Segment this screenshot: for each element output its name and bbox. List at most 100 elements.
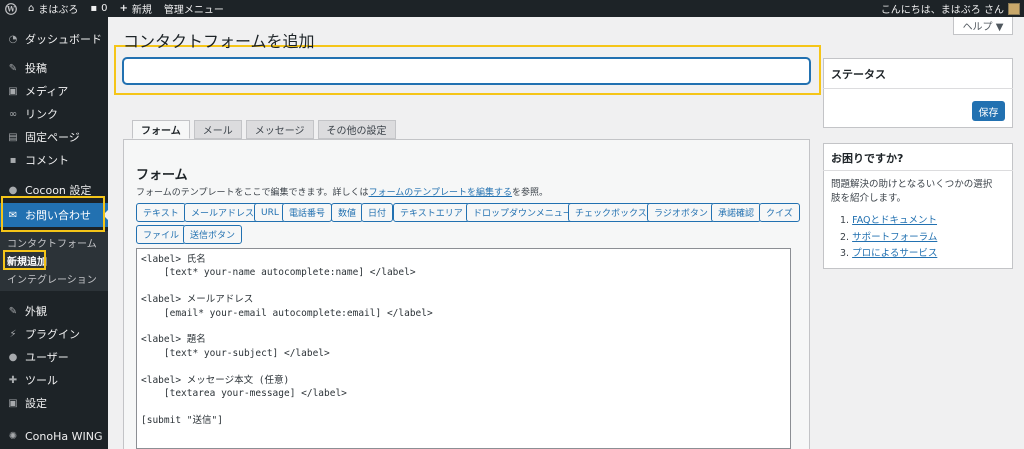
code-line: [text* your-subject] </label> [141,347,330,359]
comments-link[interactable]: ▪ 0 [84,0,113,17]
admin-bar: W ⌂ まはぶろ ▪ 0 + 新規 管理メニュー こんにちは、まはぶろ さん [0,0,1024,17]
code-line: [email* your-email autocomplete:email] <… [141,307,433,319]
help-tab-button[interactable]: ヘルプ ▼ [953,17,1013,35]
submenu-integration[interactable]: インテグレーション [7,271,97,286]
sidebar-item-label: ツール [25,374,58,387]
sidebar-item-label: 固定ページ [25,131,80,144]
pin-icon: ✎ [8,62,18,74]
sidebar-item-contact[interactable]: ✉ お問い合わせ [0,203,108,227]
code-line: <label> 氏名 [141,254,206,265]
sidebar-item-links[interactable]: ∞ リンク [0,104,108,124]
greeting: こんにちは、まはぶろ さん [880,5,1004,16]
tab-mail[interactable]: メール [193,120,242,139]
sidebar-item-label: コメント [25,154,69,167]
user-icon: ● [8,351,18,363]
code-line: <label> メッセージ本文 (任意) [141,374,290,386]
tag-button-tel[interactable]: 電話番号 [282,203,333,222]
site-name: まはぶろ [38,5,79,16]
sidebar-item-pages[interactable]: ▤ 固定ページ [0,127,108,147]
code-line: ​ [141,320,786,333]
help-box-title: お困りですか? [831,152,904,165]
plugin-icon: ⚡ [9,328,17,340]
media-icon: ▣ [8,85,18,97]
code-line: ​ [141,400,786,413]
sidebar-item-appearance[interactable]: ✎ 外観 [0,301,108,321]
sidebar-item-label: お問い合わせ [25,209,91,222]
form-title-input[interactable] [123,58,810,84]
comment-bubble-icon: ▪ [90,3,98,14]
help-link-forum: 2. サポートフォーラム [840,229,937,243]
tab-messages[interactable]: メッセージ [245,120,314,139]
tab-form[interactable]: フォーム [132,120,190,139]
conoha-icon: ✺ [8,430,18,442]
tool-icon: ✚ [8,374,18,386]
pro-services-link[interactable]: プロによるサービス [852,248,937,259]
admin-sidebar: ◔ ダッシュボード ✎ 投稿 ▣ メディア ∞ リンク ▤ 固定ページ ▪ コメ… [0,17,108,449]
page-icon: ▤ [8,131,18,143]
tag-button-checkbox[interactable]: チェックボックス [568,203,654,222]
sidebar-item-label: ConoHa WING [25,429,103,443]
settings-icon: ▣ [8,397,18,409]
save-button[interactable]: 保存 [972,101,1005,121]
sidebar-item-settings[interactable]: ▣ 設定 [0,393,108,413]
form-description: フォームのテンプレートをここで編集できます。詳しくはフォームのテンプレートを編集… [136,185,548,198]
support-forum-link[interactable]: サポートフォーラム [852,232,937,243]
tag-button-acceptance[interactable]: 承諾確認 [711,203,762,222]
admin-menu-link[interactable]: 管理メニュー [158,0,230,17]
tag-button-email[interactable]: メールアドレス [184,203,262,222]
code-line: [submit "送信"] [141,414,223,426]
link-icon: ∞ [8,108,18,120]
home-icon: ⌂ [28,3,35,14]
help-box-text: 問題解決の助けとなるいくつかの選択肢を紹介します。 [831,179,993,204]
my-account-link[interactable]: こんにちは、まはぶろ さん [875,0,1024,17]
status-box-title: ステータス [831,68,886,81]
sidebar-item-posts[interactable]: ✎ 投稿 [0,58,108,78]
avatar [1008,2,1020,15]
faq-docs-link[interactable]: FAQとドキュメント [852,215,937,226]
contact-submenu: コンタクトフォーム 新規追加 インテグレーション [0,231,108,291]
tag-button-submit[interactable]: 送信ボタン [183,225,243,244]
form-tabs: フォーム メール メッセージ その他の設定 [132,120,400,139]
sidebar-item-tools[interactable]: ✚ ツール [0,370,108,390]
tag-button-date[interactable]: 日付 [361,203,394,222]
help-link-faq: 1. FAQとドキュメント [840,212,937,226]
sidebar-item-label: Cocoon 設定 [25,184,92,197]
tag-button-number[interactable]: 数値 [331,203,364,222]
tag-button-dropdown[interactable]: ドロップダウンメニュー [466,203,579,222]
tag-button-text[interactable]: テキスト [136,203,186,222]
form-heading: フォーム [136,168,188,183]
code-line: <label> 題名 [141,334,206,346]
wordpress-logo-icon[interactable]: W [0,0,22,17]
tag-button-radio[interactable]: ラジオボタン [647,203,715,222]
help-divider [823,170,1013,171]
sidebar-item-cocoon[interactable]: ● Cocoon 設定 [0,180,108,200]
sidebar-item-dashboard[interactable]: ◔ ダッシュボード [0,29,108,49]
tab-additional-settings[interactable]: その他の設定 [317,120,396,139]
tag-button-textarea[interactable]: テキストエリア [393,203,470,222]
new-label: 新規 [131,5,152,16]
help-link-num: 3. [840,248,850,259]
code-line: ​ [141,360,786,373]
sidebar-item-media[interactable]: ▣ メディア [0,81,108,101]
sidebar-item-users[interactable]: ● ユーザー [0,347,108,367]
tag-button-file[interactable]: ファイル [136,225,187,244]
cocoon-icon: ● [8,184,18,196]
tag-button-quiz[interactable]: クイズ [759,203,800,222]
dashboard-icon: ◔ [8,33,18,45]
sidebar-item-label: 設定 [25,397,47,410]
status-divider [823,88,1013,89]
new-content-link[interactable]: + 新規 [114,0,158,17]
sidebar-item-conoha[interactable]: ✺ ConoHa WING [0,426,108,446]
submenu-add-new[interactable]: 新規追加 [7,253,47,268]
site-name-link[interactable]: ⌂ まはぶろ [22,0,84,17]
submenu-contact-forms[interactable]: コンタクトフォーム [7,235,97,250]
desc-text-after: を参照。 [512,188,549,198]
sidebar-item-plugins[interactable]: ⚡ プラグイン [0,324,108,344]
sidebar-item-label: ユーザー [25,351,69,364]
sidebar-item-comments[interactable]: ▪ コメント [0,150,108,170]
help-link-num: 2. [840,232,850,243]
comments-count: 0 [101,3,108,14]
mail-icon: ✉ [8,209,18,221]
edit-template-link[interactable]: フォームのテンプレートを編集する [369,188,512,198]
form-template-editor[interactable]: <label> 氏名 [text* your-name autocomplete… [136,248,791,449]
